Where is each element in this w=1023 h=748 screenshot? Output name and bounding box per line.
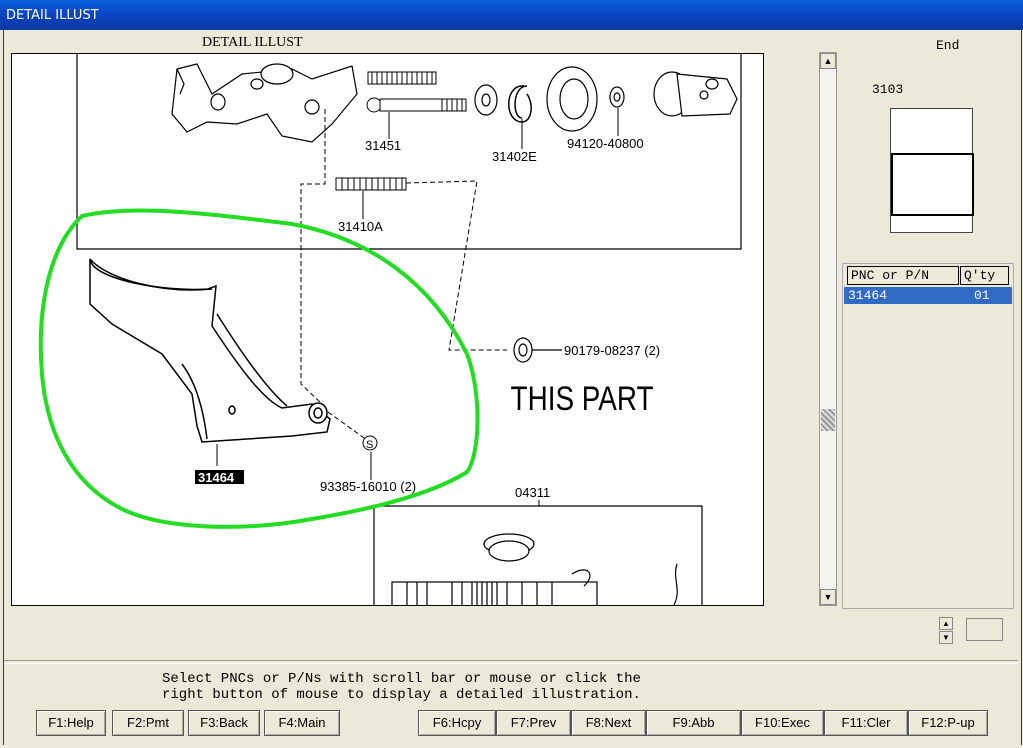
- boot-94120-drawing: [546, 66, 625, 132]
- parts-list-panel[interactable]: PNC or P/N Q'ty 31464 01: [842, 263, 1014, 609]
- leader-lines: [216, 108, 619, 506]
- f6-hcpy-button[interactable]: F6:Hcpy: [418, 710, 496, 736]
- row-qty: 01: [974, 288, 990, 303]
- master-cylinder-body-drawing: [171, 63, 358, 143]
- label-94120-40800[interactable]: 94120-40800: [567, 136, 644, 151]
- header-qty: Q'ty: [960, 266, 1009, 285]
- parts-list-row[interactable]: 31464 01: [844, 287, 1012, 304]
- scroll-up-button[interactable]: ▲: [820, 53, 836, 69]
- status-message: Select PNCs or P/Ns with scroll bar or m…: [162, 671, 641, 703]
- f1-help-button[interactable]: F1:Help: [36, 710, 106, 736]
- header-pnc: PNC or P/N: [847, 266, 959, 285]
- f12-pup-button[interactable]: F12:P-up: [908, 710, 988, 736]
- annotation-this-part: THIS PART: [511, 379, 654, 417]
- illustration-canvas[interactable]: S 31451 31402E 94120-40800 31410A 90179-…: [11, 53, 764, 606]
- clevis-drawing: [653, 71, 738, 117]
- row-pnc: 31464: [848, 288, 888, 303]
- scroll-down-button[interactable]: ▼: [820, 589, 836, 605]
- status-line-1: Select PNCs or P/Ns with scroll bar or m…: [162, 671, 641, 687]
- nut-90179-drawing: [513, 337, 562, 363]
- status-line-2: right button of mouse to display a detai…: [162, 687, 641, 703]
- label-31410A[interactable]: 31410A: [338, 219, 383, 234]
- status-separator: [4, 660, 1018, 664]
- f11-cler-button[interactable]: F11:Cler: [824, 710, 908, 736]
- scroll-thumb[interactable]: [821, 409, 835, 431]
- figure-code: 3103: [872, 82, 904, 97]
- f10-exec-button[interactable]: F10:Exec: [741, 710, 824, 736]
- lower-cylinder-drawing: [391, 533, 678, 605]
- f7-prev-button[interactable]: F7:Prev: [496, 710, 571, 736]
- bracket-31464-drawing: [89, 258, 331, 443]
- page-spinner[interactable]: ▲ ▼: [939, 617, 953, 645]
- page-spin-field[interactable]: [966, 618, 1003, 641]
- bolt-symbol: S: [362, 435, 378, 451]
- label-93385-16010[interactable]: 93385-16010 (2): [320, 479, 416, 494]
- f8-next-button[interactable]: F8:Next: [571, 710, 646, 736]
- f4-main-button[interactable]: F4:Main: [264, 710, 340, 736]
- illustration-scrollbar[interactable]: ▲ ▼: [819, 52, 837, 606]
- window-title: DETAIL ILLUST: [6, 8, 99, 23]
- stud-31410A-drawing: [335, 177, 407, 191]
- window-titlebar[interactable]: DETAIL ILLUST: [0, 0, 1023, 30]
- f3-back-button[interactable]: F3:Back: [188, 710, 260, 736]
- label-31464-selected[interactable]: 31464: [198, 470, 235, 485]
- overview-navigator[interactable]: [890, 108, 974, 233]
- label-31451[interactable]: 31451: [365, 138, 401, 153]
- snap-ring-31402E-drawing: [508, 85, 532, 123]
- washer-drawing: [474, 84, 498, 116]
- f2-pmt-button[interactable]: F2:Pmt: [112, 710, 184, 736]
- end-label: End: [936, 38, 960, 53]
- parts-diagram: S 31451 31402E 94120-40800 31410A 90179-…: [38, 54, 742, 605]
- bolt-31451-drawing: [366, 71, 467, 113]
- bolt-symbol-letter: S: [366, 439, 373, 451]
- overview-viewport[interactable]: [891, 153, 974, 216]
- f9-abb-button[interactable]: F9:Abb: [646, 710, 741, 736]
- spin-up-button[interactable]: ▲: [939, 617, 953, 630]
- illustration-title: DETAIL ILLUST: [202, 35, 303, 50]
- spin-down-button[interactable]: ▼: [939, 631, 953, 644]
- label-31402E[interactable]: 31402E: [492, 149, 537, 164]
- label-90179-08237[interactable]: 90179-08237 (2): [564, 343, 660, 358]
- label-04311[interactable]: 04311: [515, 485, 550, 500]
